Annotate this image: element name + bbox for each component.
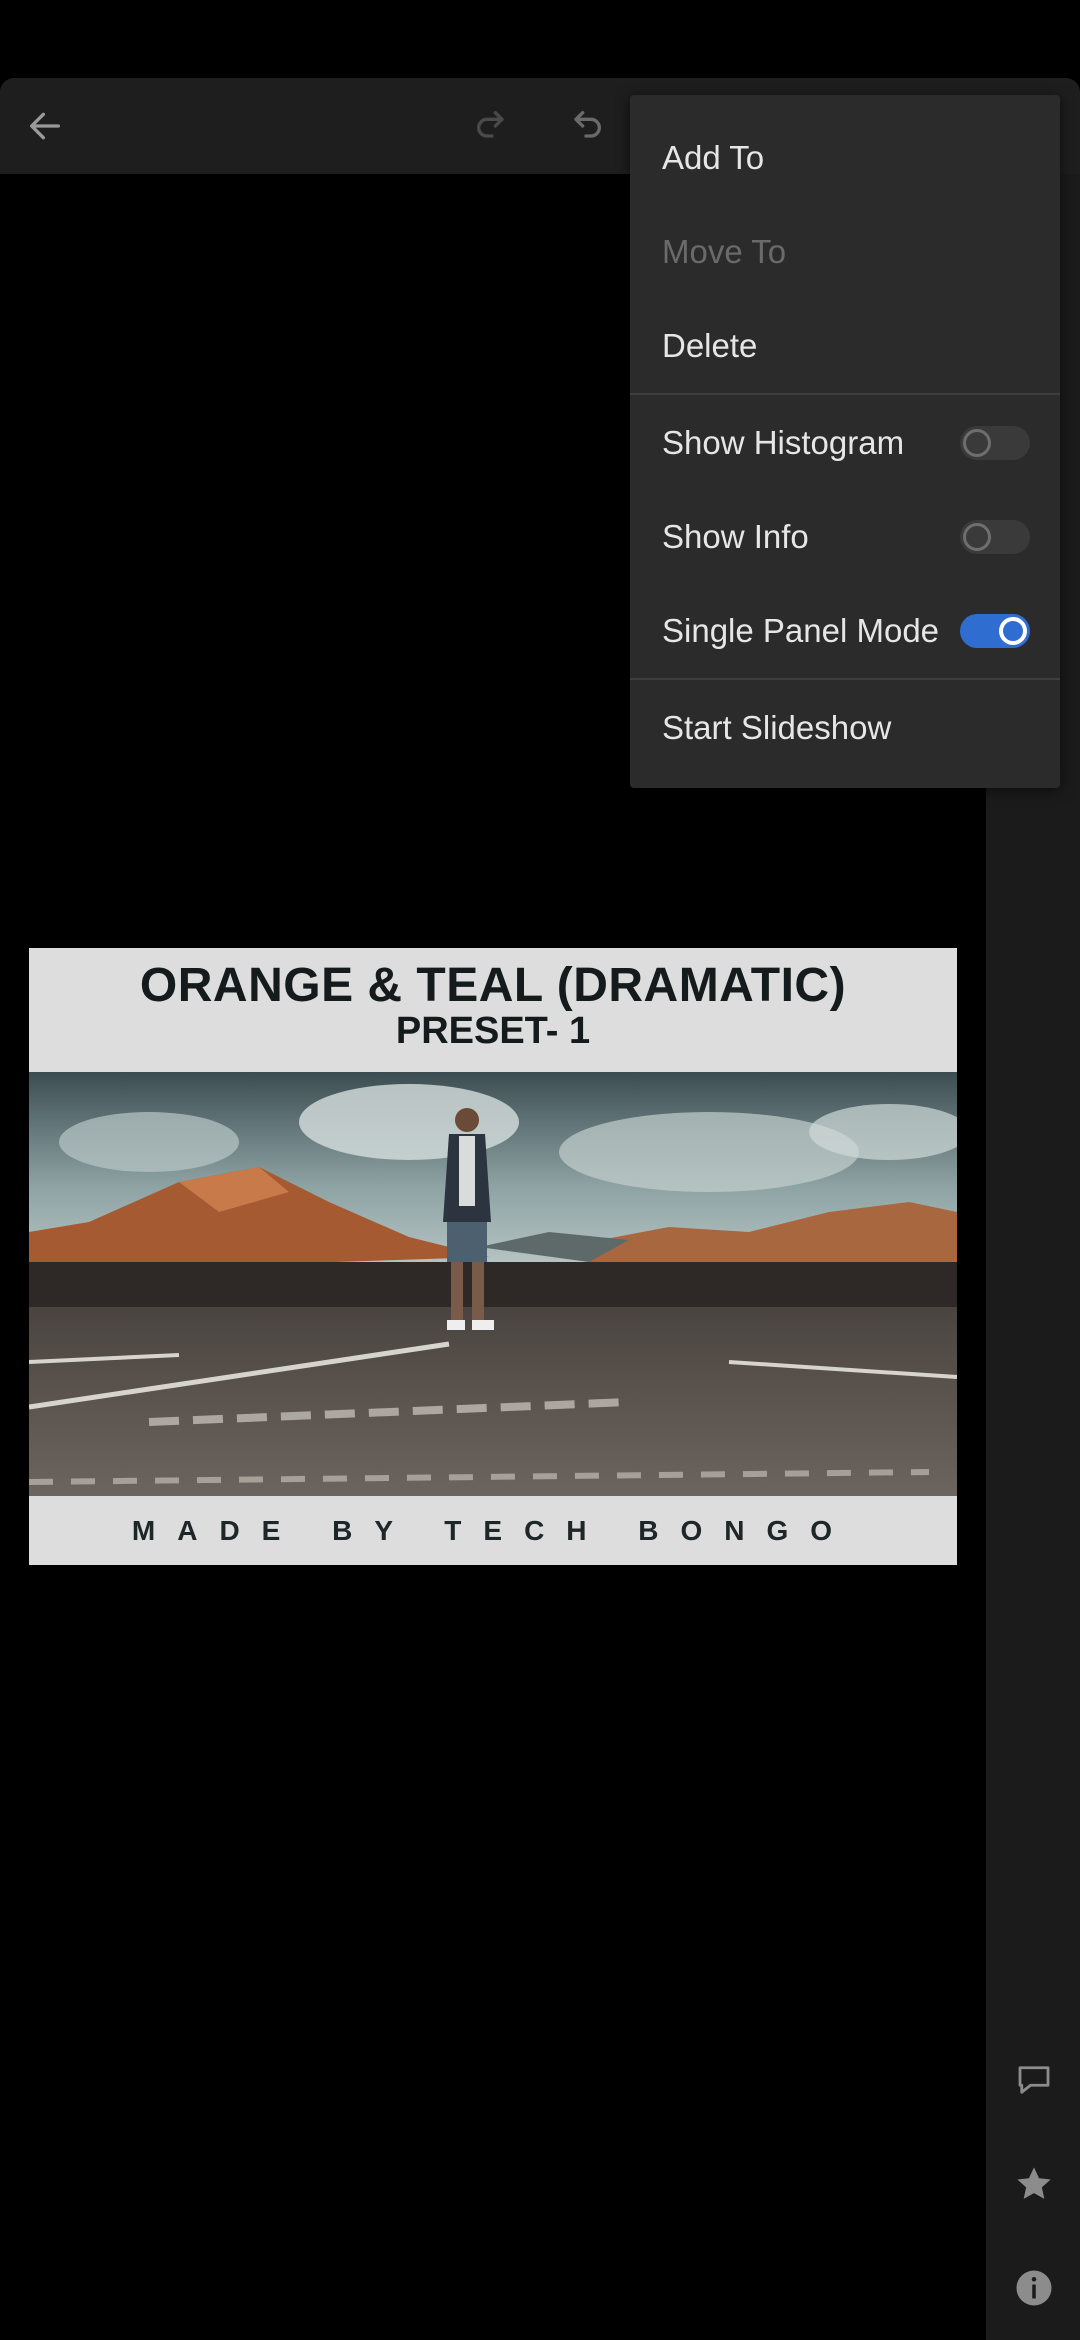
- menu-item-start-slideshow[interactable]: Start Slideshow: [630, 681, 1060, 775]
- undo-button[interactable]: [558, 98, 614, 154]
- overflow-menu: Add To Move To Delete Show Histogram Sho…: [630, 95, 1060, 788]
- toggle-knob: [999, 617, 1027, 645]
- undo-icon: [574, 111, 601, 138]
- rating-button[interactable]: [1010, 2160, 1058, 2208]
- menu-divider: [630, 678, 1060, 680]
- toggle-knob: [963, 523, 991, 551]
- info-button[interactable]: [1010, 2264, 1058, 2312]
- comment-icon: [1018, 2066, 1050, 2094]
- photo-subtitle: PRESET- 1: [395, 1010, 591, 1052]
- menu-divider: [630, 393, 1060, 395]
- photo-header: ORANGE & TEAL (DRAMATIC) PRESET- 1: [29, 948, 957, 1072]
- show-info-toggle[interactable]: [960, 520, 1030, 554]
- comment-button[interactable]: [1010, 2056, 1058, 2104]
- photo-scene-image: [29, 1072, 957, 1496]
- redo-button[interactable]: [464, 98, 520, 154]
- menu-item-move-to: Move To: [662, 233, 787, 270]
- single-panel-mode-label: Single Panel Mode: [662, 612, 940, 649]
- toggle-knob: [963, 429, 991, 457]
- menu-item-add-to[interactable]: Add To: [630, 111, 1060, 205]
- photo-preview[interactable]: ORANGE & TEAL (DRAMATIC) PRESET- 1 MADE …: [29, 948, 957, 1565]
- menu-item-single-panel-mode[interactable]: Single Panel Mode: [630, 584, 1060, 678]
- menu-item-show-histogram[interactable]: Show Histogram: [630, 396, 1060, 490]
- photo-footer: MADE BY TECH BONGO: [29, 1496, 957, 1565]
- arrow-left-icon: [30, 112, 60, 140]
- info-icon: [1016, 2270, 1052, 2306]
- menu-item-delete[interactable]: Delete: [630, 299, 1060, 393]
- show-histogram-toggle[interactable]: [960, 426, 1030, 460]
- star-icon: [1017, 2167, 1051, 2199]
- photo-title: ORANGE & TEAL (DRAMATIC): [139, 959, 847, 1012]
- show-histogram-label: Show Histogram: [662, 424, 905, 461]
- single-panel-mode-toggle[interactable]: [960, 614, 1030, 648]
- menu-item-show-info[interactable]: Show Info: [630, 490, 1060, 584]
- show-info-label: Show Info: [662, 518, 809, 555]
- redo-icon: [477, 111, 504, 138]
- back-button[interactable]: [17, 98, 73, 154]
